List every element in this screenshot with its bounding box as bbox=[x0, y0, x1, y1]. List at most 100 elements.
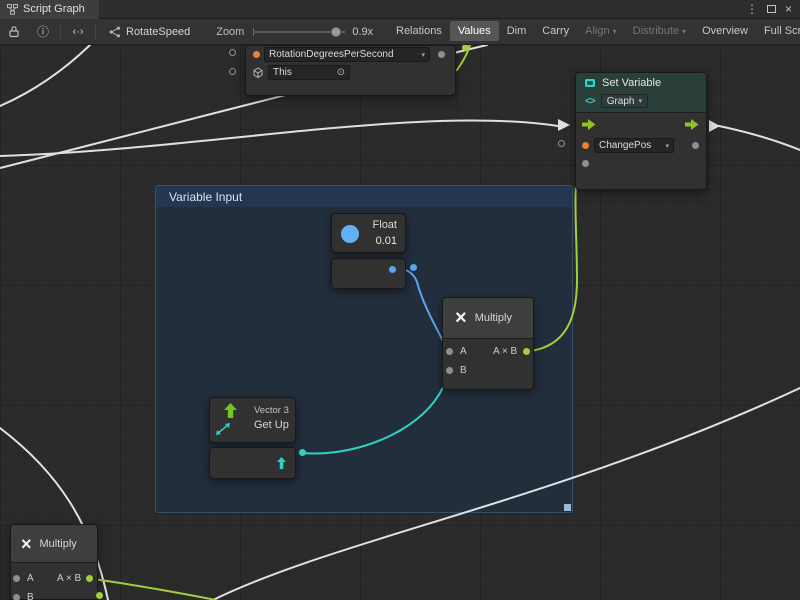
script-graph-window: Script Graph ⋮ × ⓘ ‹·› RotateSpeed Zoom … bbox=[0, 0, 800, 600]
zoom-slider[interactable] bbox=[253, 26, 345, 38]
titlebar: Script Graph ⋮ × bbox=[0, 0, 800, 19]
node-multiply[interactable]: × Multiply A A × B B bbox=[442, 297, 534, 390]
graph-breadcrumb[interactable]: RotateSpeed bbox=[109, 26, 190, 38]
info-icon[interactable]: ⓘ bbox=[35, 23, 51, 40]
carry-button[interactable]: Carry bbox=[534, 21, 577, 41]
object-picker-icon[interactable]: ⊙ bbox=[337, 68, 345, 78]
kebab-menu-icon[interactable]: ⋮ bbox=[746, 3, 758, 15]
fullscreen-button[interactable]: Full Screen bbox=[756, 21, 800, 41]
float-type-icon bbox=[341, 225, 359, 243]
port-unconnected-input[interactable] bbox=[229, 68, 236, 75]
tab-title: Script Graph bbox=[23, 3, 85, 15]
code-preview-icon[interactable]: ‹·› bbox=[70, 26, 86, 38]
port-b-input[interactable] bbox=[446, 367, 453, 374]
port-b-label: B bbox=[27, 591, 34, 600]
port-b-input[interactable] bbox=[13, 594, 20, 600]
wire-joint-blue[interactable] bbox=[410, 264, 417, 271]
flow-input-arrow-icon[interactable] bbox=[582, 119, 596, 130]
target-object-field[interactable]: This ⊙ bbox=[268, 65, 350, 80]
toolbar-separator bbox=[95, 25, 96, 39]
port-setvariable-external-input[interactable] bbox=[558, 140, 565, 147]
port-a-input[interactable] bbox=[13, 575, 20, 582]
align-button[interactable]: Align ▾ bbox=[577, 21, 624, 41]
port-result-label: A × B bbox=[493, 345, 517, 358]
node-title: Multiply bbox=[475, 312, 512, 324]
lock-icon[interactable] bbox=[6, 25, 22, 38]
node-float-footer[interactable] bbox=[331, 258, 406, 289]
graph-kind-icon: <> bbox=[585, 96, 595, 107]
set-variable-header: Set Variable <> Graph ▾ bbox=[576, 73, 706, 113]
variable-kind-dropdown[interactable]: Graph ▾ bbox=[601, 94, 648, 108]
node-title: Set Variable bbox=[602, 77, 661, 89]
carry-label: Carry bbox=[542, 25, 569, 37]
chevron-down-icon: ▾ bbox=[682, 27, 686, 36]
multiply-icon: × bbox=[455, 308, 467, 328]
wire-end-lime-bottom[interactable] bbox=[96, 592, 103, 599]
port-b-label: B bbox=[460, 364, 467, 377]
port-float-output[interactable] bbox=[389, 266, 396, 273]
result-up-arrow-icon bbox=[276, 457, 287, 469]
values-button[interactable]: Values bbox=[450, 21, 499, 41]
toolbar-separator bbox=[60, 25, 61, 39]
node-set-variable[interactable]: Set Variable <> Graph ▾ ChangePos ▾ bbox=[575, 72, 707, 190]
node-title: Multiply bbox=[40, 538, 77, 550]
port-a-input[interactable] bbox=[446, 348, 453, 355]
port-value-output[interactable] bbox=[438, 51, 445, 58]
overview-button[interactable]: Overview bbox=[694, 21, 756, 41]
distribute-label: Distribute bbox=[633, 25, 679, 37]
group-resize-handle[interactable] bbox=[564, 504, 571, 511]
up-arrow-icon bbox=[223, 403, 238, 418]
maximize-icon[interactable] bbox=[767, 5, 776, 13]
chevron-down-icon: ▾ bbox=[662, 142, 669, 150]
port-getup-output[interactable] bbox=[299, 449, 306, 456]
node-get-up[interactable]: Vector 3 Get Up bbox=[209, 397, 296, 443]
port-result-output[interactable] bbox=[523, 348, 530, 355]
distribute-button[interactable]: Distribute▾ bbox=[625, 21, 694, 41]
node-float-literal[interactable]: Float 0.01 bbox=[331, 213, 406, 253]
zoom-slider-knob[interactable] bbox=[331, 27, 341, 37]
node-get-up-footer[interactable] bbox=[209, 447, 296, 479]
float-value[interactable]: 0.01 bbox=[376, 235, 397, 247]
variable-name-dropdown[interactable]: RotationDegreesPerSecond ▾ bbox=[264, 47, 430, 62]
titlebar-controls: ⋮ × bbox=[746, 3, 800, 15]
gameobject-cube-icon bbox=[252, 66, 264, 79]
relations-button[interactable]: Relations bbox=[388, 21, 450, 41]
variable-icon bbox=[584, 77, 596, 89]
port-unconnected-input[interactable] bbox=[229, 49, 236, 56]
node-multiply-bottom[interactable]: × Multiply A A × B B bbox=[10, 524, 98, 600]
variable-name: RotationDegreesPerSecond bbox=[269, 49, 394, 60]
target-label: This bbox=[273, 67, 292, 78]
port-a-label: A bbox=[27, 572, 34, 585]
tab-script-graph[interactable]: Script Graph bbox=[0, 0, 99, 19]
fullscreen-label: Full Screen bbox=[764, 25, 800, 37]
multiply-icon: × bbox=[21, 535, 32, 553]
port-value-input[interactable] bbox=[253, 51, 260, 58]
close-icon[interactable]: × bbox=[785, 3, 792, 15]
node-title: Get Up bbox=[254, 419, 289, 431]
dim-label: Dim bbox=[507, 25, 527, 37]
align-label: Align bbox=[585, 25, 609, 37]
script-graph-icon bbox=[7, 4, 18, 15]
node-rotation-variable[interactable]: RotationDegreesPerSecond ▾ This ⊙ bbox=[245, 45, 456, 96]
port-result-output[interactable] bbox=[86, 575, 93, 582]
zoom-label: Zoom bbox=[216, 26, 244, 38]
port-name-input[interactable] bbox=[582, 142, 589, 149]
port-value-input[interactable] bbox=[582, 160, 589, 167]
overview-label: Overview bbox=[702, 25, 748, 37]
port-a-label: A bbox=[460, 345, 467, 358]
type-label: Vector 3 bbox=[254, 405, 289, 416]
vector-move-icon bbox=[216, 423, 230, 435]
group-title: Variable Input bbox=[169, 190, 242, 204]
graph-icon bbox=[109, 26, 121, 38]
changepos-label: ChangePos bbox=[599, 140, 651, 151]
dim-button[interactable]: Dim bbox=[499, 21, 535, 41]
relations-label: Relations bbox=[396, 25, 442, 37]
chevron-down-icon: ▾ bbox=[613, 27, 617, 36]
changepos-dropdown[interactable]: ChangePos ▾ bbox=[594, 138, 674, 153]
port-value-output[interactable] bbox=[692, 142, 699, 149]
flow-output-arrow-icon[interactable] bbox=[685, 119, 699, 130]
graph-name: RotateSpeed bbox=[126, 26, 190, 38]
multiply-header: × Multiply bbox=[443, 298, 533, 339]
wire-end-lime-top[interactable] bbox=[462, 44, 469, 51]
group-header[interactable]: Variable Input bbox=[156, 186, 572, 207]
